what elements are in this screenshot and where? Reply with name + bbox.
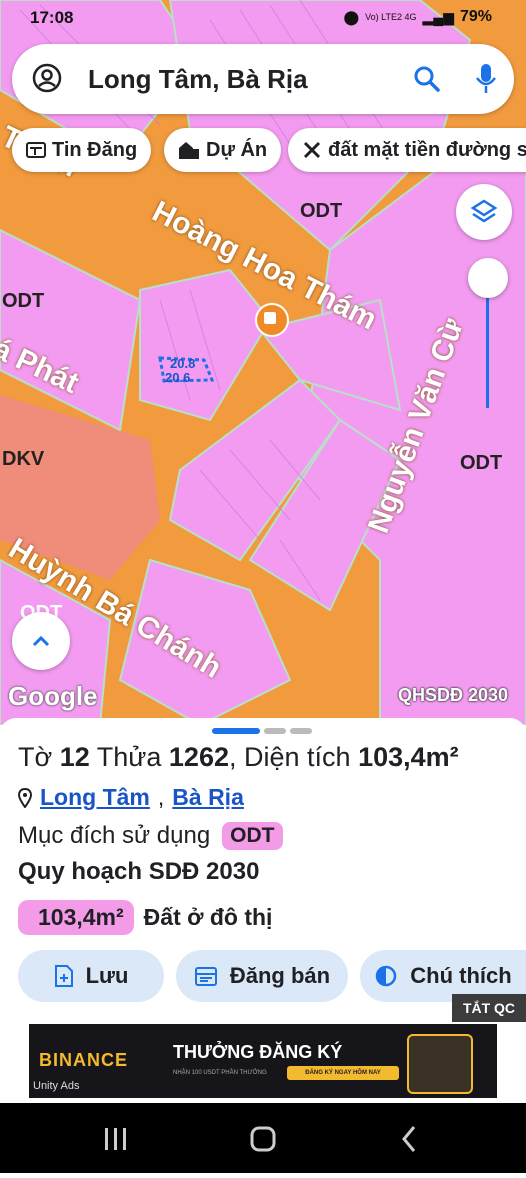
ad-brand: BINANCE [39, 1050, 129, 1070]
zone-label: ODT [300, 200, 343, 222]
land-use-purpose: Mục đích sử dụng ODT [18, 822, 283, 850]
location-status-icon: ⬤ [343, 8, 360, 25]
news-icon [26, 141, 46, 159]
thua-label: Thửa [96, 742, 162, 772]
close-ad-button[interactable]: TẮT QC [452, 994, 526, 1022]
post-sale-button[interactable]: Đăng bán [176, 950, 348, 1002]
battery-level: 79% [459, 8, 492, 25]
search-query[interactable]: Long Tâm, Bà Rịa [88, 64, 308, 95]
recents-icon[interactable] [105, 1128, 126, 1150]
status-time: 17:08 [30, 8, 74, 27]
pager-dot-active [212, 728, 260, 734]
ad-headline: THƯỞNG ĐĂNG KÝ [173, 1042, 343, 1062]
post-sale-label: Đăng bán [229, 963, 331, 988]
sheet-pager[interactable] [212, 728, 312, 734]
plan-area-row: 103,4m² Đất ở đô thị [18, 900, 272, 935]
chip-tin-dang[interactable]: Tin Đăng [12, 128, 152, 172]
chip-du-an[interactable]: Dự Án [164, 128, 282, 172]
location-pin-icon [18, 787, 32, 808]
search-bar[interactable]: Long Tâm, Bà Rịa [12, 44, 514, 114]
purpose-label: Mục đích sử dụng [18, 822, 211, 849]
calendar-icon [194, 967, 217, 986]
search-icon[interactable] [412, 64, 442, 94]
signal-icon: ▂▄▆ [422, 8, 454, 25]
area-label: , Diện tích [228, 742, 351, 772]
parcel-block [0, 228, 142, 432]
parcel-block [139, 268, 272, 422]
contrast-icon [376, 965, 397, 987]
parcel-location: Long Tâm, Bà Rịa [18, 784, 244, 811]
chevron-up-icon [32, 635, 50, 647]
purpose-badge: ODT [222, 822, 283, 850]
ad-subtext: NHẬN 100 USDT PHẦN THƯỞNG [173, 1070, 267, 1076]
parcel-dimension: 20.6 [165, 370, 191, 385]
plan-title: Quy hoạch SDĐ 2030 [18, 858, 260, 885]
chip-label: đất mặt tiền đường s [328, 138, 526, 161]
zone-label: ODT [2, 290, 45, 312]
microphone-icon[interactable] [474, 62, 498, 96]
parcel-title: Tờ 12 Thửa 1262, Diện tích 103,4m² [18, 742, 459, 773]
parcel-dimension: 20.8 [170, 356, 196, 371]
ad-banner[interactable]: BINANCE THƯỞNG ĐĂNG KÝ NHẬN 100 USDT PHẦ… [29, 1024, 497, 1098]
layers-button[interactable] [456, 184, 512, 240]
chip-label: Tin Đăng [52, 138, 138, 161]
plan-area-desc: Đất ở đô thị [143, 904, 273, 930]
chip-dat-mat-tien[interactable]: đất mặt tiền đường s [288, 128, 526, 172]
back-icon[interactable] [402, 1126, 416, 1152]
network-status-text: Vo) LTE2 4G [365, 12, 417, 22]
ad-network: Unity Ads [33, 1080, 80, 1092]
pager-dot [264, 728, 286, 734]
pager-dot [290, 728, 312, 734]
layers-icon [470, 199, 498, 223]
legend-label: Chú thích [410, 963, 512, 988]
ward-link[interactable]: Long Tâm [40, 784, 150, 811]
home-icon[interactable] [250, 1126, 276, 1152]
chip-label: Dự Án [206, 138, 268, 161]
status-bar: 17:08 ⬤ Vo) LTE2 4G ▂▄▆ 79% [0, 0, 526, 36]
tools-icon [302, 140, 322, 160]
district-link[interactable]: Bà Rịa [172, 784, 244, 811]
to-number: 12 [59, 742, 90, 772]
opacity-slider-track[interactable] [486, 292, 489, 408]
area-value: 103,4m² [358, 742, 459, 772]
ad-cta[interactable]: ĐĂNG KÝ NGAY HÔM NAY [287, 1066, 399, 1080]
save-icon [54, 965, 73, 987]
save-label: Lưu [85, 963, 129, 988]
save-button[interactable]: Lưu [18, 950, 164, 1002]
opacity-slider-thumb[interactable] [468, 258, 508, 298]
title-prefix: Tờ [18, 742, 53, 772]
account-icon[interactable] [32, 63, 62, 93]
google-logo: Google [8, 681, 98, 711]
status-icons: ⬤ Vo) LTE2 4G ▂▄▆ 79% [343, 8, 492, 26]
buildings-icon [178, 140, 200, 160]
thua-number: 1262 [168, 742, 229, 772]
layer-label: QHSDĐ 2030 [398, 685, 509, 705]
plan-area-badge: 103,4m² [18, 900, 134, 935]
zone-label: ODT [460, 452, 503, 474]
expand-up-button[interactable] [12, 612, 70, 670]
system-navbar [0, 1103, 526, 1173]
ad-graphic [407, 1034, 473, 1094]
zone-label: DKV [2, 448, 45, 470]
